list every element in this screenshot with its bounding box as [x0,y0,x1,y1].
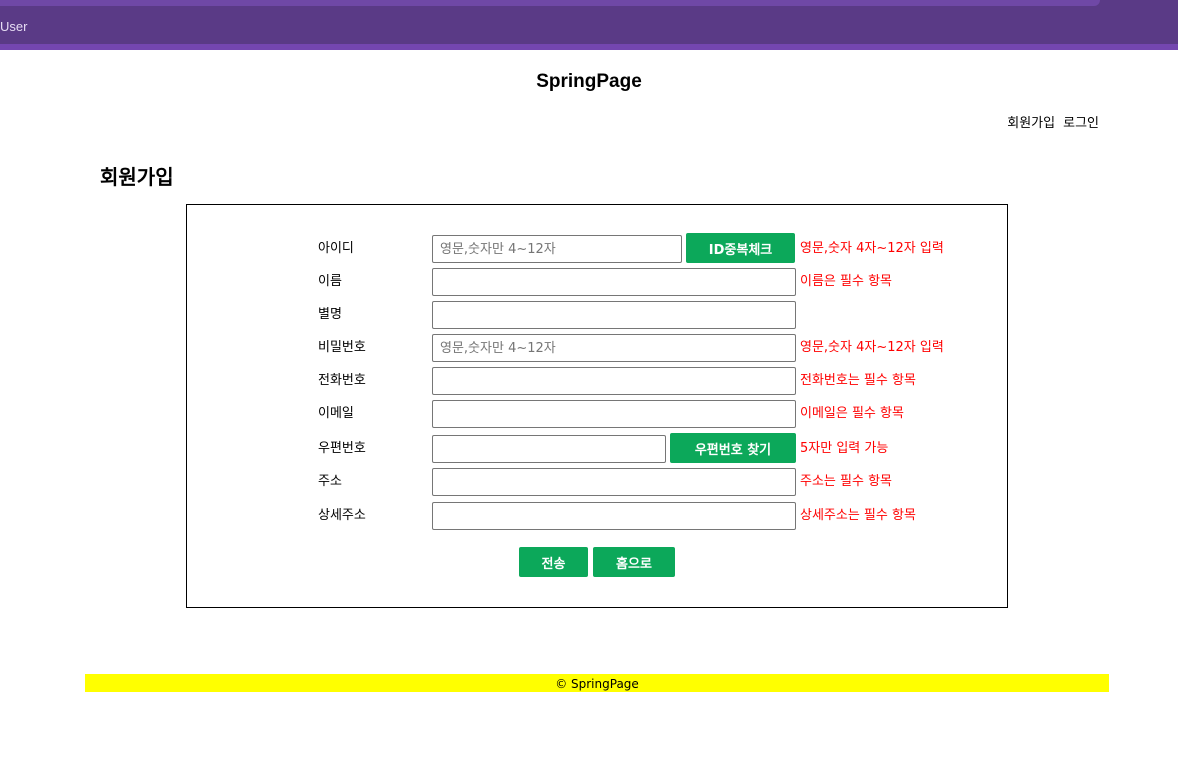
password-input[interactable] [432,334,796,362]
zipcode-message: 5자만 입력 가능 [800,441,889,456]
name-message: 이름은 필수 항목 [800,274,892,289]
email-message: 이메일은 필수 항목 [800,406,904,421]
browser-toolbar: User [0,0,1178,50]
label-nickname: 별명 [318,307,342,322]
address-detail-input[interactable] [432,502,796,530]
browser-tab-label[interactable]: User [0,19,27,34]
address-input[interactable] [432,468,796,496]
address-message: 주소는 필수 항목 [800,474,892,489]
label-address-detail: 상세주소 [318,508,366,523]
id-check-button[interactable]: ID중복체크 [686,233,795,263]
userid-input[interactable] [432,235,682,263]
label-phone: 전화번호 [318,373,366,388]
name-input[interactable] [432,268,796,296]
label-password: 비밀번호 [318,340,366,355]
register-form: 아이디 ID중복체크 영문,숫자 4자~12자 입력 이름 이름은 필수 항목 … [186,204,1008,608]
home-button[interactable]: 홈으로 [593,547,675,577]
userid-message: 영문,숫자 4자~12자 입력 [800,241,944,256]
label-userid: 아이디 [318,241,354,256]
nav-register-link[interactable]: 회원가입 [1007,116,1055,131]
phone-message: 전화번호는 필수 항목 [800,373,916,388]
find-zipcode-button[interactable]: 우편번호 찾기 [670,433,796,463]
browser-tab-strip [0,0,1100,6]
browser-toolbar-edge [0,44,1178,50]
footer: © SpringPage [85,674,1109,692]
zipcode-input[interactable] [432,435,666,463]
label-address: 주소 [318,474,342,489]
nav-login-link[interactable]: 로그인 [1063,116,1099,131]
top-nav: 회원가입 로그인 [999,112,1099,131]
label-email: 이메일 [318,406,354,421]
address-detail-message: 상세주소는 필수 항목 [800,508,916,523]
submit-button[interactable]: 전송 [519,547,588,577]
nickname-input[interactable] [432,301,796,329]
label-name: 이름 [318,274,342,289]
page-heading: 회원가입 [100,165,174,189]
phone-input[interactable] [432,367,796,395]
email-input[interactable] [432,400,796,428]
label-zipcode: 우편번호 [318,441,366,456]
site-title: SpringPage [536,71,642,92]
password-message: 영문,숫자 4자~12자 입력 [800,340,944,355]
